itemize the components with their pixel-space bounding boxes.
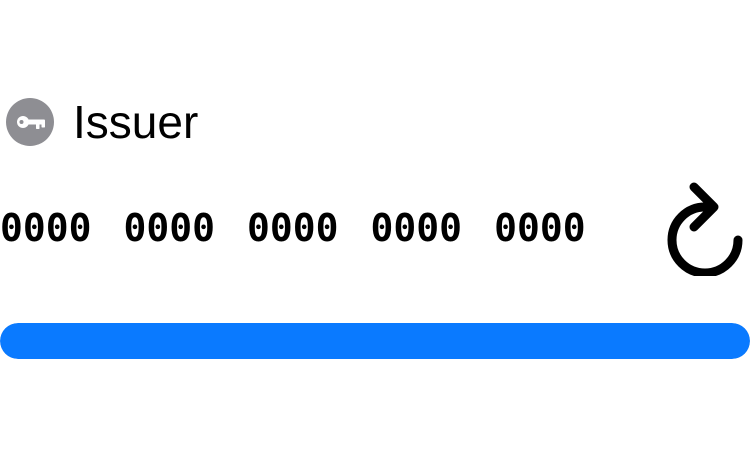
code-group-2: 0000 bbox=[123, 206, 216, 250]
key-icon bbox=[6, 98, 54, 146]
issuer-label: Issuer bbox=[73, 96, 199, 148]
code-group-3: 0000 bbox=[247, 206, 339, 250]
code-group-5: 0000 bbox=[494, 206, 586, 250]
countdown-progress-bar bbox=[0, 323, 750, 359]
code-group-4: 0000 bbox=[370, 206, 463, 250]
account-header: Issuer bbox=[6, 96, 198, 148]
countdown-progress-fill bbox=[0, 323, 750, 359]
code-group-1: 0000 bbox=[0, 206, 92, 250]
refresh-icon[interactable] bbox=[664, 180, 746, 276]
otp-code[interactable]: 0000 0000 0000 0000 0000 bbox=[0, 196, 586, 260]
